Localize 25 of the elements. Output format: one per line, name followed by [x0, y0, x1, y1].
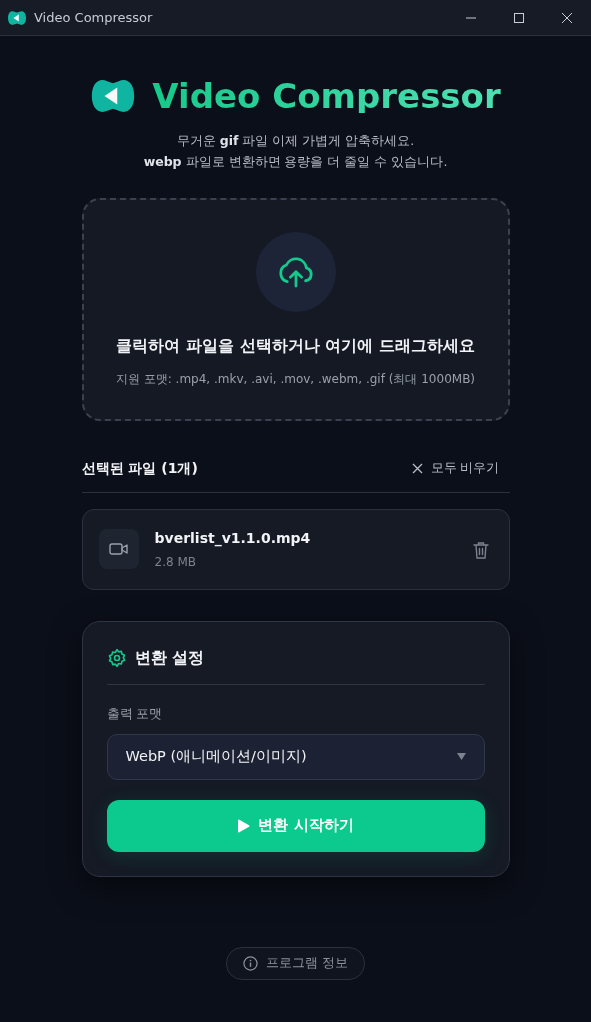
- output-format-label: 출력 포맷: [106, 704, 164, 723]
- dropzone-title: 클릭하여 파일을 선택하거나 여기에 드래그하세요: [116, 335, 475, 357]
- settings-title: 변환 설정: [134, 646, 205, 669]
- supported-formats-text: 지원 포맷: .mp4, .mkv, .avi, .mov, .webm, .gif (최대 1000MB): [115, 371, 476, 388]
- subtitle-text: 무거운 gif 파일 이제 가볍게 압축하세요.: [175, 132, 416, 150]
- selected-files-heading: 선택된 파일 (1개): [81, 458, 198, 478]
- play-icon: [237, 818, 251, 833]
- video-camera-icon: [98, 529, 139, 570]
- clear-all-button[interactable]: 모두 비우기: [401, 457, 510, 480]
- file-name: bverlist_v1.1.0.mp4: [154, 528, 312, 549]
- app-logo-icon: [90, 78, 137, 114]
- file-size: 2.8 MB: [154, 553, 197, 571]
- window-title: Video Compressor: [34, 8, 153, 27]
- close-icon: [411, 462, 423, 474]
- settings-icon: [106, 647, 127, 668]
- output-format-select[interactable]: WebP (애니메이션/이미지): [106, 733, 485, 780]
- app-logo-icon: [8, 8, 26, 27]
- close-icon: [561, 11, 573, 24]
- info-icon: [243, 955, 258, 971]
- subtitle-text: webp 파일로 변환하면 용량을 더 줄일 수 있습니다.: [142, 153, 449, 171]
- program-info-button[interactable]: 프로그램 정보: [226, 946, 365, 980]
- app-title: Video Compressor: [152, 79, 501, 113]
- upload-dropzone[interactable]: 클릭하여 파일을 선택하거나 여기에 드래그하세요 지원 포맷: .mp4, .mkv, .avi, .mov, .webm, .gif (최대 1000MB): [81, 198, 510, 421]
- maximize-icon: [513, 11, 525, 24]
- caret-icon: [456, 753, 466, 760]
